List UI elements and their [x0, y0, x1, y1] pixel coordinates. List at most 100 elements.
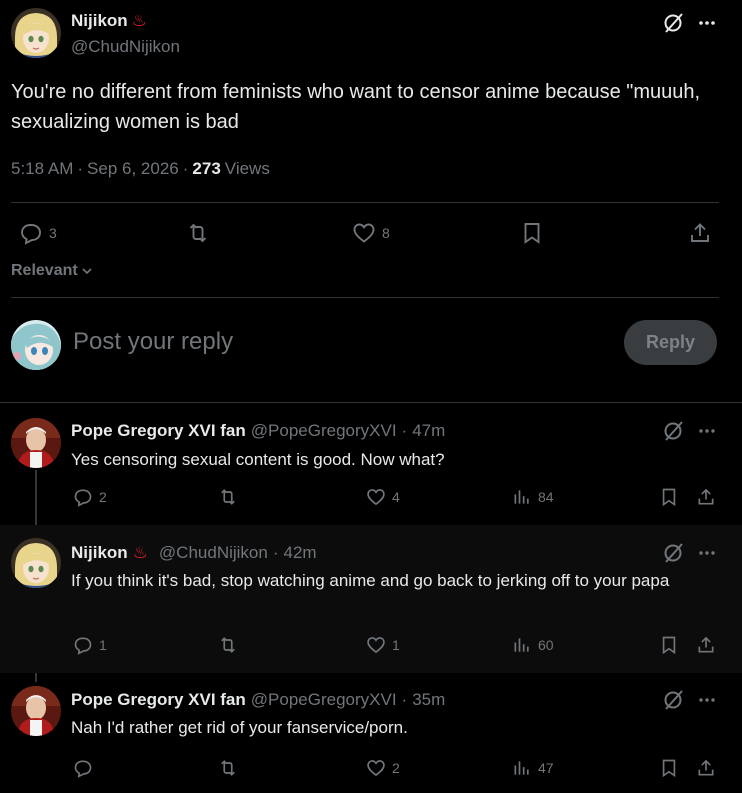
reply-row[interactable]: Nijikon ♨ @ChudNijikon · 42m If you thin… — [0, 525, 742, 673]
header-separator: · — [272, 543, 279, 562]
share-action[interactable] — [696, 758, 716, 778]
hot-springs-icon: ♨ — [131, 11, 147, 30]
tweet-date[interactable]: Sep 6, 2026 — [87, 159, 179, 179]
reply-author-handle[interactable]: @PopeGregoryXVI — [251, 421, 397, 441]
reply-time[interactable]: 35m — [412, 690, 445, 710]
share-action[interactable] — [696, 487, 716, 507]
tweet-metadata: 5:18 AM · Sep 6, 2026 · 273 Views — [11, 159, 270, 179]
avatar-nijikon[interactable] — [11, 8, 61, 58]
like-action[interactable]: 1 — [366, 635, 400, 655]
reply-icon — [21, 224, 41, 245]
like-count: 1 — [392, 637, 400, 653]
repost-action[interactable] — [218, 487, 238, 507]
user-avatar[interactable] — [11, 320, 61, 370]
like-action[interactable]: 4 — [366, 487, 400, 507]
reply-time[interactable]: 42m — [284, 543, 317, 563]
hot-springs-icon: ♨ — [132, 543, 148, 562]
tweet-time[interactable]: 5:18 AM — [11, 159, 73, 179]
views-label: Views — [224, 159, 270, 178]
heart-icon — [353, 223, 375, 243]
reply-row[interactable]: Pope Gregory XVI fan @PopeGregoryXVI · 3… — [0, 673, 742, 793]
reply-action[interactable]: 3 — [19, 221, 57, 245]
reply-text: If you think it's bad, stop watching ani… — [71, 571, 670, 590]
share-icon — [691, 223, 709, 242]
reply-text: Nah I'd rather get rid of your fanservic… — [71, 718, 408, 737]
bookmark-action[interactable] — [659, 487, 679, 507]
repost-icon — [221, 489, 235, 505]
like-action[interactable]: 2 — [366, 758, 400, 778]
share-icon — [698, 488, 714, 505]
author-name[interactable]: Nijikon ♨ — [71, 11, 147, 31]
share-action[interactable] — [688, 221, 712, 245]
reply-action[interactable]: 1 — [73, 635, 107, 655]
repost-action[interactable] — [218, 758, 238, 778]
reply-header: Nijikon ♨ @ChudNijikon · 42m — [71, 543, 317, 563]
more-options-icon[interactable] — [695, 688, 719, 712]
repost-action[interactable] — [186, 221, 210, 245]
reply-count: 2 — [99, 489, 107, 505]
grok-icon[interactable] — [662, 688, 686, 712]
reply-author-name[interactable]: Pope Gregory XVI fan — [71, 690, 246, 710]
divider — [11, 202, 719, 203]
grok-icon[interactable] — [662, 11, 686, 35]
more-options-icon[interactable] — [695, 541, 719, 565]
reply-header: Pope Gregory XVI fan @PopeGregoryXVI · 3… — [71, 690, 445, 710]
analytics-icon — [514, 490, 529, 504]
bookmark-action[interactable] — [659, 635, 679, 655]
reply-icon — [74, 760, 92, 778]
grok-icon[interactable] — [662, 541, 686, 565]
reply-author-handle[interactable]: @PopeGregoryXVI — [251, 690, 397, 710]
views-action[interactable]: 60 — [512, 635, 554, 655]
chevron-down-icon — [82, 268, 92, 275]
like-count: 8 — [382, 225, 390, 241]
reply-icon — [74, 489, 92, 507]
meta-separator: · — [77, 159, 84, 178]
more-options-icon[interactable] — [695, 419, 719, 443]
reply-input[interactable]: Post your reply — [73, 328, 233, 356]
author-name-text[interactable]: Nijikon — [71, 11, 128, 31]
views-action[interactable]: 47 — [512, 758, 554, 778]
tweet-text: You're no different from feminists who w… — [11, 81, 701, 133]
repost-icon — [221, 637, 235, 653]
reply-count: 1 — [99, 637, 107, 653]
reply-action[interactable]: 2 — [73, 487, 107, 507]
share-action[interactable] — [696, 635, 716, 655]
repost-icon — [221, 760, 235, 776]
bookmark-icon — [524, 223, 540, 244]
bookmark-icon — [662, 636, 676, 655]
repost-action[interactable] — [218, 635, 238, 655]
bookmark-icon — [662, 759, 676, 778]
reply-icon — [74, 637, 92, 655]
author-handle[interactable]: @ChudNijikon — [71, 37, 180, 57]
avatar-pope-gregory[interactable] — [11, 418, 61, 468]
avatar-nijikon[interactable] — [11, 538, 61, 588]
like-count: 4 — [392, 489, 400, 505]
reply-author-name[interactable]: Nijikon — [71, 543, 128, 563]
sort-dropdown[interactable]: Relevant — [11, 262, 94, 280]
share-icon — [698, 636, 714, 653]
reply-time[interactable]: 47m — [412, 421, 445, 441]
reply-row[interactable]: Pope Gregory XVI fan @PopeGregoryXVI · 4… — [0, 403, 742, 525]
heart-icon — [367, 760, 385, 777]
repost-icon — [189, 223, 207, 243]
heart-icon — [367, 489, 385, 506]
bookmark-action[interactable] — [520, 221, 544, 245]
tweet-thread-page: Nijikon ♨ @ChudNijikon You're no differe… — [0, 0, 742, 793]
like-action[interactable]: 8 — [352, 221, 390, 245]
heart-icon — [367, 637, 385, 654]
header-separator: · — [401, 690, 408, 709]
reply-author-name[interactable]: Pope Gregory XVI fan — [71, 421, 246, 441]
reply-button[interactable]: Reply — [624, 320, 717, 365]
share-icon — [698, 759, 714, 776]
reply-action[interactable] — [73, 758, 99, 778]
divider — [11, 297, 719, 298]
views-action[interactable]: 84 — [512, 487, 554, 507]
grok-icon[interactable] — [662, 419, 686, 443]
avatar-pope-gregory[interactable] — [11, 686, 61, 736]
bookmark-action[interactable] — [659, 758, 679, 778]
more-options-icon[interactable] — [695, 11, 719, 35]
reply-author-handle[interactable]: @ChudNijikon — [159, 543, 268, 563]
views-count: 273 — [192, 159, 221, 178]
analytics-icon — [514, 761, 529, 775]
sort-label: Relevant — [11, 262, 78, 279]
